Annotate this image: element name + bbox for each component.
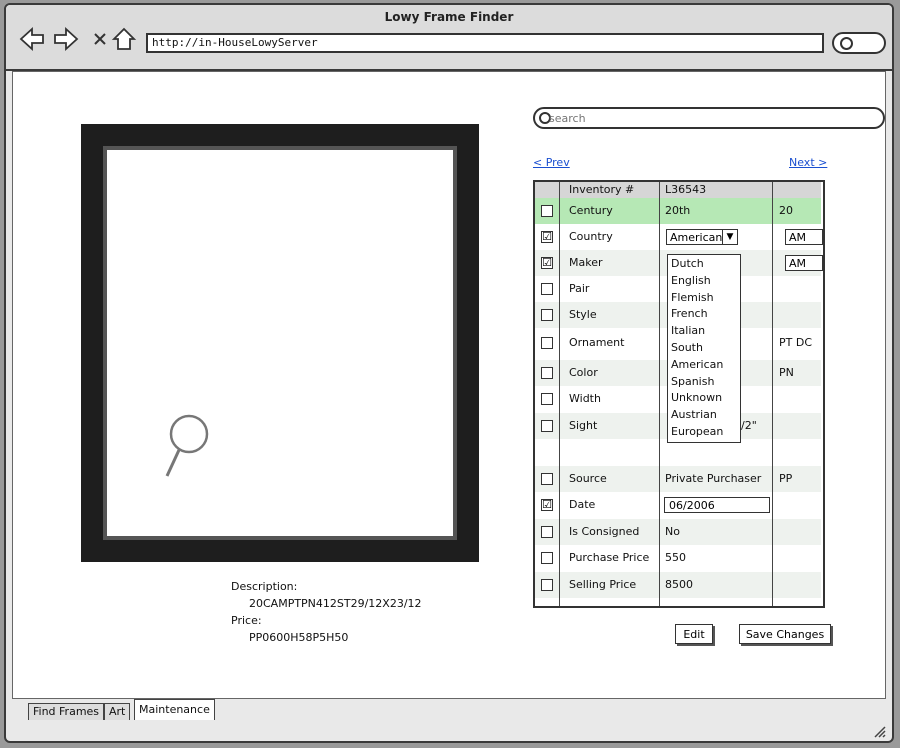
search-input[interactable] <box>547 109 869 127</box>
page-content: Description: 20CAMPTPN412ST29/12X23/12 P… <box>12 71 886 699</box>
row-label: Purchase Price <box>569 551 650 564</box>
country-option[interactable]: Flemish <box>668 290 740 307</box>
title-bar: Lowy Frame Finder http://in-HouseLowySer… <box>6 5 892 71</box>
save-changes-button[interactable]: Save Changes <box>739 624 831 644</box>
zoom-magnifier-icon[interactable] <box>163 414 209 484</box>
dropdown-arrow-icon[interactable]: ▼ <box>722 230 737 244</box>
description-value: 20CAMPTPN412ST29/12X23/12 <box>249 597 422 610</box>
url-bar[interactable]: http://in-HouseLowyServer <box>146 33 824 53</box>
row-checkbox[interactable]: ☑ <box>541 499 553 511</box>
browser-search-box[interactable] <box>832 32 886 54</box>
row-label: Pair <box>569 282 590 295</box>
tab-find-frames[interactable]: Find Frames <box>28 703 105 720</box>
row-code: PP <box>779 472 793 485</box>
row-checkbox[interactable] <box>541 393 553 405</box>
row-code: PT DC <box>779 336 812 349</box>
row-checkbox[interactable] <box>541 309 553 321</box>
row-checkbox[interactable] <box>541 337 553 349</box>
description-label: Description: <box>231 580 298 593</box>
row-label: Source <box>569 472 607 485</box>
row-label: Color <box>569 366 598 379</box>
row-label: Country <box>569 230 613 243</box>
row-label: Is Consigned <box>569 525 640 538</box>
search-icon <box>840 37 853 50</box>
row-code: PN <box>779 366 794 379</box>
country-code-field[interactable]: AM <box>785 229 823 245</box>
row-checkbox[interactable] <box>541 205 553 217</box>
price-label: Price: <box>231 614 262 627</box>
edit-button[interactable]: Edit <box>675 624 713 644</box>
row-label: Date <box>569 498 596 511</box>
country-dropdown-list: Dutch English Flemish French Italian Sou… <box>667 254 741 443</box>
country-option[interactable]: Unknown <box>668 390 740 407</box>
country-option[interactable]: English <box>668 273 740 290</box>
row-label: Maker <box>569 256 603 269</box>
row-value: No <box>665 525 680 538</box>
date-field[interactable]: 06/2006 <box>664 497 770 513</box>
country-option[interactable]: South <box>668 340 740 357</box>
row-checkbox[interactable] <box>541 420 553 432</box>
browser-window: Lowy Frame Finder http://in-HouseLowySer… <box>4 3 894 743</box>
tab-art[interactable]: Art <box>104 703 131 720</box>
column-divider <box>772 182 773 606</box>
grid-row-date: ☑ Date 06/2006 <box>535 492 821 518</box>
grid-row-country: ☑ Country American ▼ AM <box>535 224 823 250</box>
country-select[interactable]: American ▼ <box>666 229 738 245</box>
row-checkbox[interactable] <box>541 526 553 538</box>
row-label: Width <box>569 392 601 405</box>
frame-inner-border <box>103 146 457 540</box>
frame-image <box>81 124 479 562</box>
row-label: Sight <box>569 419 598 432</box>
next-link[interactable]: Next > <box>789 156 827 169</box>
row-checkbox[interactable] <box>541 473 553 485</box>
grid-row-source: Source Private Purchaser PP <box>535 466 821 492</box>
country-option[interactable]: French <box>668 306 740 323</box>
country-option[interactable]: European <box>668 424 740 441</box>
row-value: /2" <box>741 419 757 432</box>
maker-code-field[interactable]: AM <box>785 255 823 271</box>
window-title: Lowy Frame Finder <box>384 10 514 24</box>
grid-row-century: Century 20th 20 <box>535 198 821 224</box>
grid-row-selling-price: Selling Price 8500 <box>535 572 821 598</box>
row-checkbox[interactable] <box>541 283 553 295</box>
inventory-grid: Inventory # L36543 Century 20th 20 ☑ Cou… <box>533 180 825 608</box>
row-code: 20 <box>779 204 793 217</box>
country-option[interactable]: Dutch <box>668 256 740 273</box>
country-option[interactable]: Spanish <box>668 374 740 391</box>
row-value: 20th <box>665 204 691 217</box>
tab-bar: Find Frames Art Maintenance <box>12 699 886 720</box>
row-checkbox[interactable]: ☑ <box>541 257 553 269</box>
row-label: Style <box>569 308 597 321</box>
tab-maintenance[interactable]: Maintenance <box>134 699 215 720</box>
back-arrow-icon[interactable] <box>18 25 46 53</box>
row-checkbox[interactable] <box>541 552 553 564</box>
inventory-number: L36543 <box>665 183 707 196</box>
country-option[interactable]: American <box>668 357 740 374</box>
prev-link[interactable]: < Prev <box>533 156 570 169</box>
row-value: 550 <box>665 551 686 564</box>
row-checkbox[interactable] <box>541 367 553 379</box>
price-value: PP0600H58P5H50 <box>249 631 349 644</box>
home-icon[interactable] <box>110 25 138 53</box>
column-divider <box>659 182 660 606</box>
row-checkbox[interactable] <box>541 579 553 591</box>
row-checkbox[interactable]: ☑ <box>541 231 553 243</box>
row-value: Private Purchaser <box>665 472 762 485</box>
forward-arrow-icon[interactable] <box>52 25 80 53</box>
column-divider <box>559 182 560 606</box>
grid-row-is-consigned: Is Consigned No <box>535 519 821 545</box>
grid-row-purchase-price: Purchase Price 550 <box>535 545 821 571</box>
row-value: 8500 <box>665 578 693 591</box>
country-select-value: American <box>670 231 723 244</box>
grid-header-row: Inventory # L36543 <box>535 182 821 198</box>
inventory-label: Inventory # <box>569 183 635 196</box>
row-label: Selling Price <box>569 578 637 591</box>
frame-details: Description: 20CAMPTPN412ST29/12X23/12 P… <box>231 578 422 646</box>
country-option[interactable]: Italian <box>668 323 740 340</box>
row-label: Century <box>569 204 613 217</box>
search-box <box>533 107 885 129</box>
country-option[interactable]: Austrian <box>668 407 740 424</box>
resize-handle-icon[interactable] <box>872 723 886 738</box>
row-label: Ornament <box>569 336 625 349</box>
